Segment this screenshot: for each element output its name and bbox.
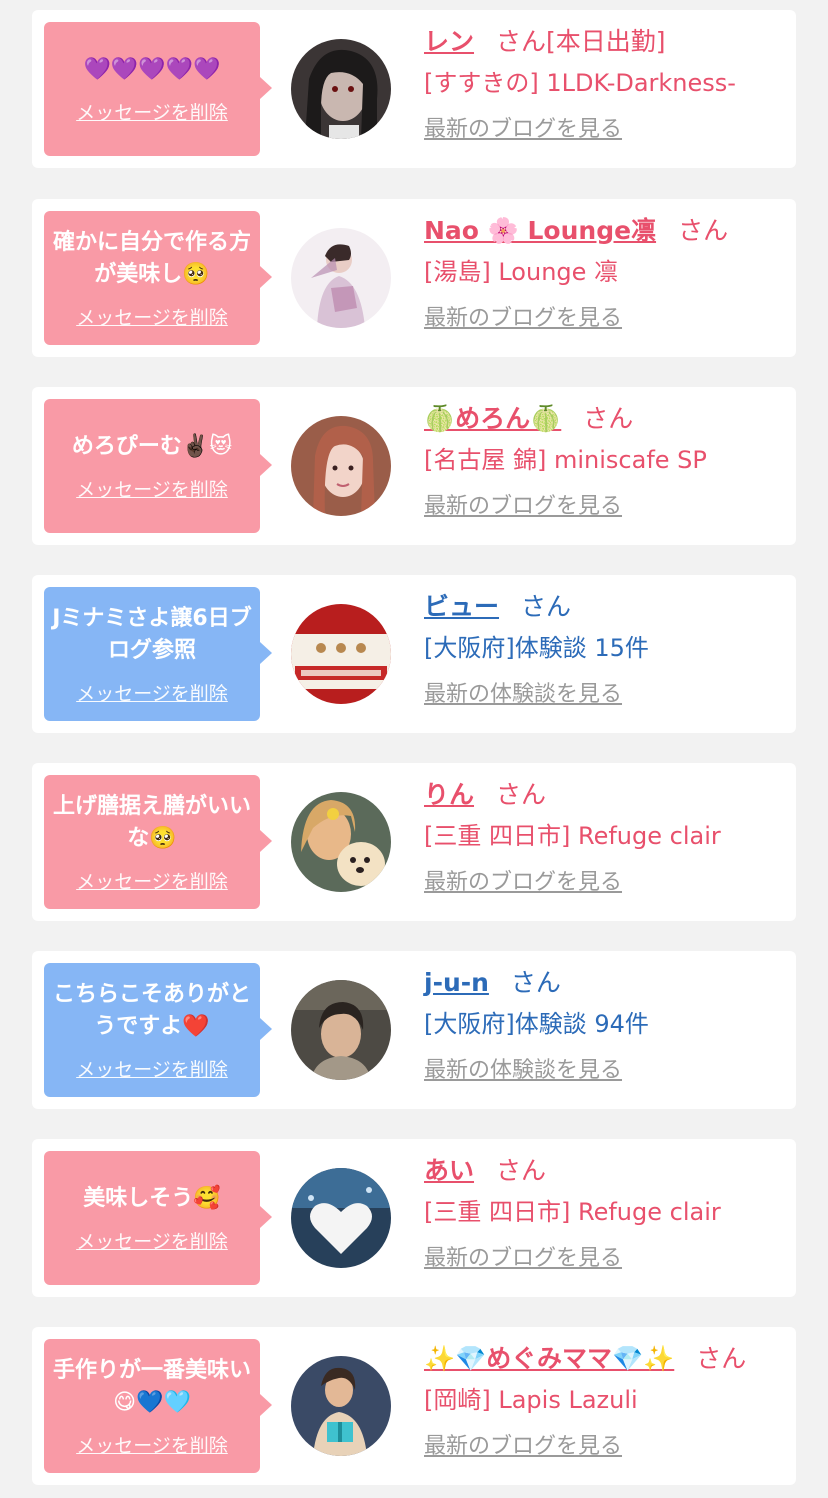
delete-message-link[interactable]: メッセージを削除: [76, 867, 228, 894]
message-card: めろぴーむ✌🏿😻 メッセージを削除 🍈めろん🍈 さん [名古屋 錦] minisc…: [32, 387, 796, 545]
message-text: 手作りが一番美味い😋💙🩵: [52, 1357, 251, 1415]
message-text: こちらこそありがとうですよ❤️: [52, 981, 251, 1039]
shop-info: [三重 四日市] Refuge clair: [424, 822, 721, 850]
shop-info: [すすきの] 1LDK-Darkness-: [424, 69, 736, 97]
avatar[interactable]: [291, 1356, 391, 1456]
avatar[interactable]: [291, 980, 391, 1080]
message-text: 確かに自分で作る方が美味し🥺: [52, 229, 251, 287]
profile-info: レン さん[本日出勤] [すすきの] 1LDK-Darkness- 最新のブログを…: [424, 24, 788, 145]
profile-name-link[interactable]: ✨💎めぐみママ💎✨: [424, 1344, 674, 1373]
profile-info: 🍈めろん🍈 さん [名古屋 錦] miniscafe SP 最新のブログを見る: [424, 401, 788, 522]
message-card: 💜💜💜💜💜 メッセージを削除 レン さん[本日出勤] [すすきの] 1LDK-Da…: [32, 10, 796, 168]
shop-info: [名古屋 錦] miniscafe SP: [424, 446, 707, 474]
honorific: さん: [678, 216, 729, 245]
delete-message-link[interactable]: メッセージを削除: [76, 303, 228, 330]
profile-name-link[interactable]: ビュー: [424, 592, 499, 621]
message-text: Jミナミさよ譲6日ブログ参照: [52, 605, 252, 663]
latest-blog-link[interactable]: 最新のブログを見る: [424, 115, 622, 145]
honorific: さん: [496, 1156, 547, 1185]
delete-message-link[interactable]: メッセージを削除: [76, 475, 228, 502]
message-bubble: めろぴーむ✌🏿😻 メッセージを削除: [44, 399, 272, 533]
message-card: こちらこそありがとうですよ❤️ メッセージを削除 j-u-n さん [大阪府]体験…: [32, 951, 796, 1109]
message-card: 上げ膳据え膳がいいな🥺 メッセージを削除 りん さん [三重 四日市] Refug…: [32, 763, 796, 921]
latest-blog-link[interactable]: 最新のブログを見る: [424, 1244, 622, 1274]
latest-blog-link[interactable]: 最新のブログを見る: [424, 1432, 622, 1462]
profile-info: ビュー さん [大阪府]体験談 15件 最新の体験談を見る: [424, 589, 788, 710]
profile-info: あい さん [三重 四日市] Refuge clair 最新のブログを見る: [424, 1153, 788, 1274]
message-text: 上げ膳据え膳がいいな🥺: [52, 793, 251, 851]
shop-info: [大阪府]体験談 15件: [424, 634, 649, 662]
profile-name-link[interactable]: レン: [424, 27, 474, 56]
message-bubble: 美味しそう🥰 メッセージを削除: [44, 1151, 272, 1285]
profile-name-link[interactable]: j-u-n: [424, 968, 489, 997]
profile-name-link[interactable]: りん: [424, 780, 474, 809]
avatar[interactable]: [291, 228, 391, 328]
latest-blog-link[interactable]: 最新のブログを見る: [424, 868, 622, 898]
profile-info: りん さん [三重 四日市] Refuge clair 最新のブログを見る: [424, 777, 788, 898]
delete-message-link[interactable]: メッセージを削除: [76, 679, 228, 706]
shop-info: [大阪府]体験談 94件: [424, 1010, 649, 1038]
delete-message-link[interactable]: メッセージを削除: [76, 1055, 228, 1082]
avatar[interactable]: [291, 792, 391, 892]
message-text: めろぴーむ✌🏿😻: [71, 433, 233, 459]
shop-info: [三重 四日市] Refuge clair: [424, 1198, 721, 1226]
honorific: さん[本日出勤]: [496, 27, 666, 56]
shop-info: [湯島] Lounge 凛: [424, 258, 619, 286]
honorific: さん: [583, 404, 634, 433]
latest-blog-link[interactable]: 最新のブログを見る: [424, 304, 622, 334]
message-list: 💜💜💜💜💜 メッセージを削除 レン さん[本日出勤] [すすきの] 1LDK-Da…: [0, 0, 828, 1498]
message-card: Jミナミさよ譲6日ブログ参照 メッセージを削除 ビュー さん [大阪府]体験談 1…: [32, 575, 796, 733]
avatar[interactable]: [291, 1168, 391, 1268]
latest-reviews-link[interactable]: 最新の体験談を見る: [424, 680, 622, 710]
honorific: さん: [510, 968, 561, 997]
delete-message-link[interactable]: メッセージを削除: [76, 98, 228, 125]
message-bubble: 上げ膳据え膳がいいな🥺 メッセージを削除: [44, 775, 272, 909]
avatar[interactable]: [291, 39, 391, 139]
avatar[interactable]: [291, 416, 391, 516]
profile-info: j-u-n さん [大阪府]体験談 94件 最新の体験談を見る: [424, 965, 788, 1086]
profile-info: ✨💎めぐみママ💎✨ さん [岡崎] Lapis Lazuli 最新のブログを見る: [424, 1341, 788, 1462]
shop-info: [岡崎] Lapis Lazuli: [424, 1386, 638, 1414]
profile-name-link[interactable]: Nao 🌸 Lounge凛: [424, 216, 656, 245]
latest-blog-link[interactable]: 最新のブログを見る: [424, 492, 622, 522]
message-card: 手作りが一番美味い😋💙🩵 メッセージを削除 ✨💎めぐみママ💎✨ さん [岡崎] L…: [32, 1327, 796, 1485]
latest-reviews-link[interactable]: 最新の体験談を見る: [424, 1056, 622, 1086]
profile-name-link[interactable]: あい: [424, 1156, 474, 1185]
honorific: さん: [496, 780, 547, 809]
message-bubble: Jミナミさよ譲6日ブログ参照 メッセージを削除: [44, 587, 272, 721]
profile-name-link[interactable]: 🍈めろん🍈: [424, 404, 561, 433]
profile-info: Nao 🌸 Lounge凛 さん [湯島] Lounge 凛 最新のブログを見る: [424, 213, 788, 334]
message-card: 確かに自分で作る方が美味し🥺 メッセージを削除 Nao 🌸 Lounge凛 さん …: [32, 199, 796, 357]
message-bubble: 💜💜💜💜💜 メッセージを削除: [44, 22, 272, 156]
message-text: 💜💜💜💜💜: [83, 56, 221, 82]
delete-message-link[interactable]: メッセージを削除: [76, 1227, 228, 1254]
message-text: 美味しそう🥰: [83, 1185, 221, 1211]
delete-message-link[interactable]: メッセージを削除: [76, 1431, 228, 1458]
honorific: さん: [696, 1344, 747, 1373]
message-bubble: 確かに自分で作る方が美味し🥺 メッセージを削除: [44, 211, 272, 345]
message-card: 美味しそう🥰 メッセージを削除 あい さん [三重 四日市] Refuge cla…: [32, 1139, 796, 1297]
avatar[interactable]: [291, 604, 391, 704]
honorific: さん: [521, 592, 572, 621]
message-bubble: 手作りが一番美味い😋💙🩵 メッセージを削除: [44, 1339, 272, 1473]
message-bubble: こちらこそありがとうですよ❤️ メッセージを削除: [44, 963, 272, 1097]
